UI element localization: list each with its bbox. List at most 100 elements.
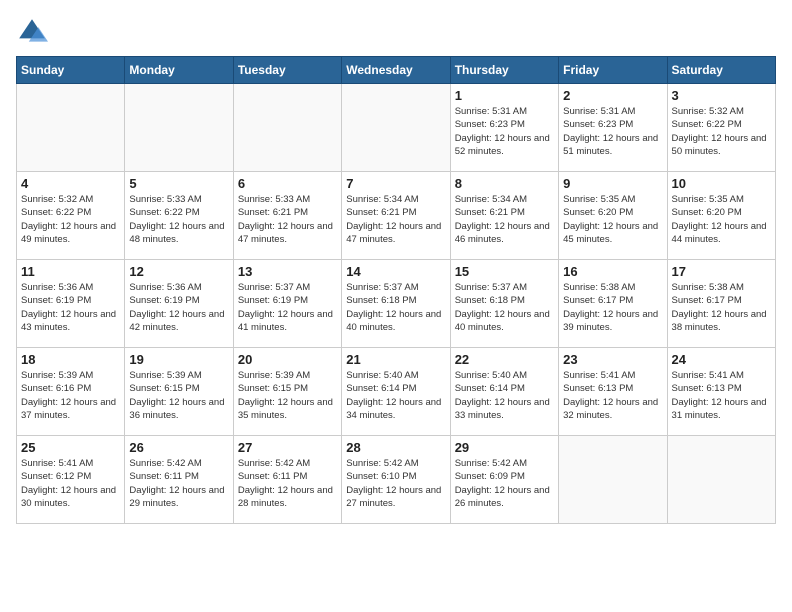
calendar-cell: 20 Sunrise: 5:39 AM Sunset: 6:15 PM Dayli…: [233, 348, 341, 436]
calendar-cell: 18Sunrise: 5:39 AM Sunset: 6:16 PM Dayli…: [17, 348, 125, 436]
logo: [16, 16, 52, 48]
weekday-header-thursday: Thursday: [450, 57, 558, 84]
calendar-cell: 27 Sunrise: 5:42 AM Sunset: 6:11 PM Dayli…: [233, 436, 341, 524]
day-info: Sunrise: 5:39 AM Sunset: 6:16 PM Dayligh…: [21, 369, 120, 422]
calendar-cell: 17Sunrise: 5:38 AM Sunset: 6:17 PM Dayli…: [667, 260, 775, 348]
calendar-cell: 3 Sunrise: 5:32 AM Sunset: 6:22 PM Daylig…: [667, 84, 775, 172]
day-number: 22: [455, 352, 554, 367]
weekday-header-saturday: Saturday: [667, 57, 775, 84]
calendar-cell: 19 Sunrise: 5:39 AM Sunset: 6:15 PM Dayli…: [125, 348, 233, 436]
calendar-cell: 6Sunrise: 5:33 AM Sunset: 6:21 PM Daylig…: [233, 172, 341, 260]
calendar-cell: 12 Sunrise: 5:36 AM Sunset: 6:19 PM Dayli…: [125, 260, 233, 348]
calendar-cell: 24Sunrise: 5:41 AM Sunset: 6:13 PM Dayli…: [667, 348, 775, 436]
calendar-cell: 21 Sunrise: 5:40 AM Sunset: 6:14 PM Dayli…: [342, 348, 450, 436]
calendar-cell: 16 Sunrise: 5:38 AM Sunset: 6:17 PM Dayli…: [559, 260, 667, 348]
calendar-cell: 2 Sunrise: 5:31 AM Sunset: 6:23 PM Daylig…: [559, 84, 667, 172]
weekday-header-sunday: Sunday: [17, 57, 125, 84]
day-info: Sunrise: 5:42 AM Sunset: 6:11 PM Dayligh…: [238, 457, 337, 510]
day-number: 9: [563, 176, 662, 191]
day-info: Sunrise: 5:42 AM Sunset: 6:09 PM Dayligh…: [455, 457, 554, 510]
calendar-cell: [667, 436, 775, 524]
day-info: Sunrise: 5:39 AM Sunset: 6:15 PM Dayligh…: [238, 369, 337, 422]
day-number: 1: [455, 88, 554, 103]
logo-icon: [16, 16, 48, 48]
day-info: Sunrise: 5:34 AM Sunset: 6:21 PM Dayligh…: [346, 193, 445, 246]
day-info: Sunrise: 5:34 AM Sunset: 6:21 PM Dayligh…: [455, 193, 554, 246]
calendar-cell: 25 Sunrise: 5:41 AM Sunset: 6:12 PM Dayli…: [17, 436, 125, 524]
weekday-header-tuesday: Tuesday: [233, 57, 341, 84]
day-info: Sunrise: 5:40 AM Sunset: 6:14 PM Dayligh…: [346, 369, 445, 422]
calendar-cell: 11 Sunrise: 5:36 AM Sunset: 6:19 PM Dayli…: [17, 260, 125, 348]
calendar-table: SundayMondayTuesdayWednesdayThursdayFrid…: [16, 56, 776, 524]
day-number: 15: [455, 264, 554, 279]
day-info: Sunrise: 5:31 AM Sunset: 6:23 PM Dayligh…: [563, 105, 662, 158]
calendar-cell: 26 Sunrise: 5:42 AM Sunset: 6:11 PM Dayli…: [125, 436, 233, 524]
calendar-cell: [342, 84, 450, 172]
day-info: Sunrise: 5:39 AM Sunset: 6:15 PM Dayligh…: [129, 369, 228, 422]
calendar-cell: [17, 84, 125, 172]
day-info: Sunrise: 5:42 AM Sunset: 6:10 PM Dayligh…: [346, 457, 445, 510]
calendar-cell: [125, 84, 233, 172]
day-info: Sunrise: 5:41 AM Sunset: 6:13 PM Dayligh…: [563, 369, 662, 422]
day-info: Sunrise: 5:37 AM Sunset: 6:18 PM Dayligh…: [346, 281, 445, 334]
day-number: 21: [346, 352, 445, 367]
weekday-header-wednesday: Wednesday: [342, 57, 450, 84]
day-number: 27: [238, 440, 337, 455]
day-number: 3: [672, 88, 771, 103]
day-info: Sunrise: 5:42 AM Sunset: 6:11 PM Dayligh…: [129, 457, 228, 510]
day-info: Sunrise: 5:41 AM Sunset: 6:13 PM Dayligh…: [672, 369, 771, 422]
day-info: Sunrise: 5:41 AM Sunset: 6:12 PM Dayligh…: [21, 457, 120, 510]
day-number: 4: [21, 176, 120, 191]
day-number: 28: [346, 440, 445, 455]
day-number: 16: [563, 264, 662, 279]
day-number: 7: [346, 176, 445, 191]
day-number: 26: [129, 440, 228, 455]
calendar-cell: 5 Sunrise: 5:33 AM Sunset: 6:22 PM Daylig…: [125, 172, 233, 260]
day-info: Sunrise: 5:36 AM Sunset: 6:19 PM Dayligh…: [21, 281, 120, 334]
day-number: 2: [563, 88, 662, 103]
day-info: Sunrise: 5:32 AM Sunset: 6:22 PM Dayligh…: [21, 193, 120, 246]
calendar-week-row: 11 Sunrise: 5:36 AM Sunset: 6:19 PM Dayli…: [17, 260, 776, 348]
day-number: 13: [238, 264, 337, 279]
weekday-header-friday: Friday: [559, 57, 667, 84]
day-number: 5: [129, 176, 228, 191]
calendar-cell: 28 Sunrise: 5:42 AM Sunset: 6:10 PM Dayli…: [342, 436, 450, 524]
day-number: 17: [672, 264, 771, 279]
calendar-cell: 7 Sunrise: 5:34 AM Sunset: 6:21 PM Daylig…: [342, 172, 450, 260]
day-info: Sunrise: 5:37 AM Sunset: 6:18 PM Dayligh…: [455, 281, 554, 334]
calendar-cell: 22 Sunrise: 5:40 AM Sunset: 6:14 PM Dayli…: [450, 348, 558, 436]
calendar-cell: 4 Sunrise: 5:32 AM Sunset: 6:22 PM Daylig…: [17, 172, 125, 260]
day-number: 8: [455, 176, 554, 191]
day-number: 6: [238, 176, 337, 191]
day-info: Sunrise: 5:35 AM Sunset: 6:20 PM Dayligh…: [672, 193, 771, 246]
day-number: 29: [455, 440, 554, 455]
calendar-cell: 29 Sunrise: 5:42 AM Sunset: 6:09 PM Dayli…: [450, 436, 558, 524]
calendar-cell: 14 Sunrise: 5:37 AM Sunset: 6:18 PM Dayli…: [342, 260, 450, 348]
day-number: 25: [21, 440, 120, 455]
day-info: Sunrise: 5:35 AM Sunset: 6:20 PM Dayligh…: [563, 193, 662, 246]
day-info: Sunrise: 5:38 AM Sunset: 6:17 PM Dayligh…: [563, 281, 662, 334]
day-number: 20: [238, 352, 337, 367]
calendar-cell: [559, 436, 667, 524]
day-info: Sunrise: 5:40 AM Sunset: 6:14 PM Dayligh…: [455, 369, 554, 422]
calendar-week-row: 1 Sunrise: 5:31 AM Sunset: 6:23 PM Daylig…: [17, 84, 776, 172]
calendar-cell: 1Sunrise: 5:31 AM Sunset: 6:23 PM Daylig…: [450, 84, 558, 172]
calendar-cell: [233, 84, 341, 172]
day-number: 10: [672, 176, 771, 191]
day-number: 14: [346, 264, 445, 279]
page-header: [16, 16, 776, 48]
day-number: 19: [129, 352, 228, 367]
day-info: Sunrise: 5:36 AM Sunset: 6:19 PM Dayligh…: [129, 281, 228, 334]
calendar-cell: 9 Sunrise: 5:35 AM Sunset: 6:20 PM Daylig…: [559, 172, 667, 260]
day-number: 23: [563, 352, 662, 367]
day-info: Sunrise: 5:37 AM Sunset: 6:19 PM Dayligh…: [238, 281, 337, 334]
day-info: Sunrise: 5:33 AM Sunset: 6:22 PM Dayligh…: [129, 193, 228, 246]
weekday-header-row: SundayMondayTuesdayWednesdayThursdayFrid…: [17, 57, 776, 84]
weekday-header-monday: Monday: [125, 57, 233, 84]
day-info: Sunrise: 5:32 AM Sunset: 6:22 PM Dayligh…: [672, 105, 771, 158]
calendar-cell: 23 Sunrise: 5:41 AM Sunset: 6:13 PM Dayli…: [559, 348, 667, 436]
day-number: 11: [21, 264, 120, 279]
day-number: 12: [129, 264, 228, 279]
calendar-cell: 13 Sunrise: 5:37 AM Sunset: 6:19 PM Dayli…: [233, 260, 341, 348]
calendar-cell: 10 Sunrise: 5:35 AM Sunset: 6:20 PM Dayli…: [667, 172, 775, 260]
